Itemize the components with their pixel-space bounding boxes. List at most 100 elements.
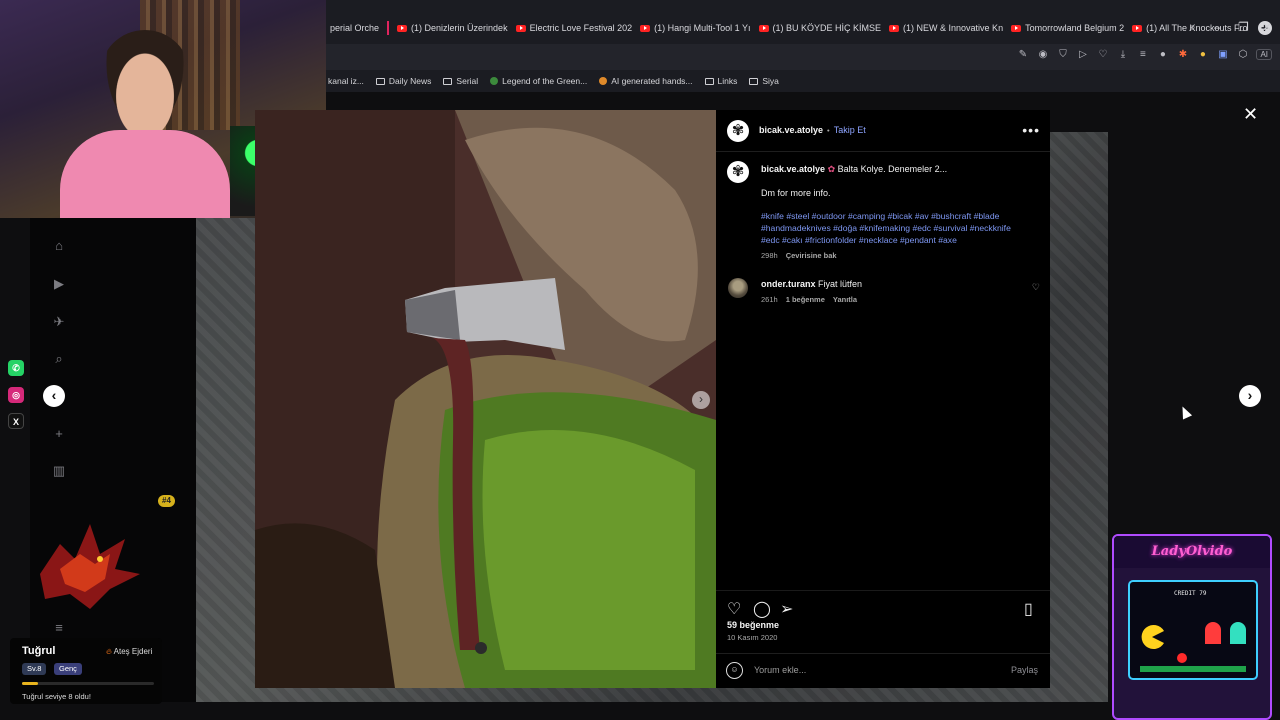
emoji-icon[interactable]: ☺ xyxy=(726,662,743,679)
tab-item[interactable]: perial Orche xyxy=(326,18,383,38)
home-icon[interactable]: ⌂ xyxy=(51,238,67,254)
tab-item[interactable]: Electric Love Festival 202 xyxy=(512,18,637,38)
tab-item[interactable]: (1) BU KÖYDE HİÇ KİMSE xyxy=(755,18,886,38)
next-post-button[interactable]: › xyxy=(1239,385,1261,407)
ai-button[interactable]: AI xyxy=(1256,49,1272,60)
caption-username[interactable]: bicak.ve.atolye xyxy=(761,164,825,174)
close-window-icon[interactable]: ✕ xyxy=(1262,20,1272,34)
minimize-icon[interactable]: – xyxy=(1214,20,1221,34)
author-username[interactable]: bicak.ve.atolye xyxy=(759,125,823,135)
level-progress-bar xyxy=(22,682,154,685)
bookmark-item[interactable]: Links xyxy=(704,76,738,86)
level-up-message: Tuğrul seviye 8 oldu! xyxy=(22,692,91,701)
edit-icon[interactable]: ✎ xyxy=(1016,49,1029,60)
tab-item[interactable]: (1) Hangi Multi-Tool 1 Yı xyxy=(636,18,754,38)
folder-icon xyxy=(375,77,385,85)
tab-item[interactable]: (1) NEW & Innovative Kn xyxy=(885,18,1007,38)
screen: perial Orche (1) Denizlerin Üzerindek El… xyxy=(0,0,1280,720)
reels-icon[interactable]: ▶ xyxy=(51,276,67,292)
toolbar-icons: ✎ ◉ ⛉ ▷ ♡ ⤓ ≡ ● ✱ ● ▣ ⬡ AI xyxy=(1016,49,1272,60)
search-icon[interactable]: ⌕ xyxy=(51,351,67,367)
translate-link[interactable]: Çevirisine bak xyxy=(786,251,837,260)
youtube-icon xyxy=(758,24,769,32)
title-badge: 🔥︎ Ateş Ejderi xyxy=(106,647,152,657)
more-menu-icon[interactable]: ≡ xyxy=(51,620,67,636)
more-options-icon[interactable]: ••• xyxy=(1022,122,1040,138)
youtube-icon xyxy=(640,24,651,32)
bookmark-item[interactable]: Serial xyxy=(443,76,478,86)
bookmark-item[interactable]: Daily News xyxy=(375,76,432,86)
caption-meta: 298h Çevirisine bak xyxy=(761,251,837,260)
extensions-icon[interactable]: ⬡ xyxy=(1236,49,1249,60)
caption-hashtags[interactable]: #knife #steel #outdoor #camping #bicak #… xyxy=(761,210,1031,246)
play-icon[interactable]: ▷ xyxy=(1076,49,1089,60)
like-count[interactable]: 59 beğenme xyxy=(727,620,779,630)
tab-item[interactable]: (1) Denizlerin Üzerindek xyxy=(383,18,512,38)
bookmark-label: Daily News xyxy=(388,76,432,86)
reply-link[interactable]: Yanıtla xyxy=(833,295,857,304)
post-image[interactable] xyxy=(255,110,716,688)
rank-badge: #4 xyxy=(158,495,175,507)
folder-icon xyxy=(704,77,714,85)
tab-item[interactable]: Tomorrowland Belgium 2 xyxy=(1007,18,1128,38)
site-icon xyxy=(490,77,499,85)
heart-icon[interactable]: ♡ xyxy=(1096,49,1109,60)
search-tabs-icon[interactable]: ⌕ xyxy=(1189,20,1196,35)
bookmark-item[interactable]: kanal iz... xyxy=(328,76,364,86)
download-icon[interactable]: ⤓ xyxy=(1116,49,1129,60)
x-icon[interactable]: X xyxy=(8,413,24,429)
commenter-username[interactable]: onder.turanx xyxy=(761,279,816,289)
separator-dot: • xyxy=(827,125,830,135)
bookmark-icon[interactable]: ▯ xyxy=(1024,599,1033,619)
tab-label: (1) NEW & Innovative Kn xyxy=(903,23,1004,33)
previous-post-button[interactable]: ‹ xyxy=(43,385,65,407)
extension-icon[interactable]: ▣ xyxy=(1216,49,1229,60)
folder-icon xyxy=(443,77,453,85)
extension-icon[interactable]: ● xyxy=(1196,49,1209,60)
whatsapp-icon[interactable]: ✆ xyxy=(8,360,24,376)
streamer-head xyxy=(100,30,190,140)
commenter-avatar[interactable] xyxy=(728,278,748,298)
comment-like-icon[interactable]: ♡ xyxy=(1032,282,1040,293)
bookmark-label: AI generated hands... xyxy=(611,76,693,86)
follow-button[interactable]: Takip Et xyxy=(834,125,866,135)
restore-icon[interactable]: ❐ xyxy=(1238,20,1249,34)
bookmark-item[interactable]: Legend of the Green... xyxy=(490,76,587,86)
arcade-overlay: LadyOlvido CREDIT 79 xyxy=(1112,534,1272,720)
camera-icon[interactable]: ◉ xyxy=(1036,49,1049,60)
comment-icon[interactable]: ◯ xyxy=(753,599,771,619)
comment-line: onder.turanx Fiyat lütfen xyxy=(761,278,862,290)
create-icon[interactable]: + xyxy=(51,426,67,442)
user-level-card: Tuğrul 🔥︎ Ateş Ejderi Sv.8 Genç Tuğrul s… xyxy=(10,638,162,704)
caption-avatar[interactable] xyxy=(727,161,749,183)
post-header: bicak.ve.atolye • Takip Et ••• xyxy=(716,110,1050,152)
bookmark-item[interactable]: Siya xyxy=(749,76,779,86)
extension-icon[interactable]: ✱ xyxy=(1176,49,1189,60)
bookmark-item[interactable]: AI generated hands... xyxy=(599,76,693,86)
stats-icon[interactable]: ▥ xyxy=(51,463,67,479)
author-avatar[interactable] xyxy=(727,120,749,142)
close-icon[interactable]: ✕ xyxy=(1243,104,1258,125)
messages-icon[interactable]: ✈ xyxy=(51,314,67,330)
profile-icon[interactable]: ● xyxy=(1156,49,1169,60)
bookmark-label: Siya xyxy=(762,76,779,86)
comment-meta: 261h 1 beğenme Yanıtla xyxy=(761,295,857,304)
shield-icon[interactable]: ⛉ xyxy=(1056,49,1069,60)
post-comment-button[interactable]: Paylaş xyxy=(1011,665,1038,675)
image-next-button[interactable]: › xyxy=(692,391,710,409)
menu-icon[interactable]: ≡ xyxy=(1136,49,1149,60)
share-icon[interactable]: ➢ xyxy=(780,599,793,619)
comment-likes[interactable]: 1 beğenme xyxy=(786,295,825,304)
bookmark-label: Legend of the Green... xyxy=(502,76,588,86)
youtube-icon xyxy=(1132,24,1143,32)
comment-input[interactable]: Yorum ekle... xyxy=(754,665,806,675)
bookmark-label: Links xyxy=(717,76,738,86)
instagram-sidebar: ⌂ ▶ ✈ ⌕ + ▥ ≡ xyxy=(30,218,196,702)
comment-box: ☺ Yorum ekle... Paylaş xyxy=(716,653,1050,688)
like-icon[interactable]: ♡ xyxy=(727,599,741,619)
instagram-icon[interactable]: ◎ xyxy=(8,387,24,403)
flower-icon: ✿ xyxy=(827,164,838,174)
tab-label: (1) Denizlerin Üzerindek xyxy=(411,23,508,33)
address-bar[interactable]: ✎ ◉ ⛉ ▷ ♡ ⤓ ≡ ● ✱ ● ▣ ⬡ AI xyxy=(326,44,1280,70)
level-progress-fill xyxy=(22,682,38,685)
